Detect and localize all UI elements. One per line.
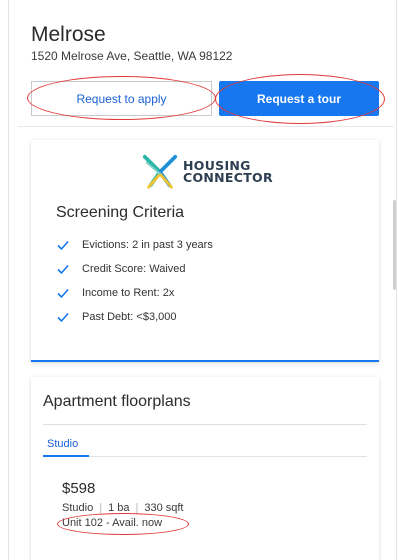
tab-active-indicator [43,455,89,457]
criteria-item: Income to Rent: 2x [56,281,213,305]
criteria-text: Income to Rent: 2x [82,287,175,299]
criteria-text: Past Debt: <$3,000 [82,311,177,323]
criteria-item: Credit Score: Waived [56,257,213,281]
property-name: Melrose [31,23,106,46]
criteria-text: Evictions: 2 in past 3 years [82,239,213,251]
floorplans-card: Apartment floorplans Studio $598 Studio … [31,377,379,560]
unit-details: Studio | 1 ba | 330 sqft [62,502,183,514]
logo-text-connector: CONNECTOR [183,170,273,185]
property-address: 1520 Melrose Ave, Seattle, WA 98122 [31,49,233,63]
unit-type: Studio [62,502,94,514]
housing-connector-logo-icon [142,154,178,189]
floorplans-divider [43,424,367,425]
floorplans-title: Apartment floorplans [43,393,191,410]
tabs-baseline [43,456,367,457]
separator: | [135,502,139,514]
page-right-border [396,0,397,560]
criteria-item: Evictions: 2 in past 3 years [56,233,213,257]
criteria-text: Credit Score: Waived [82,263,186,275]
tab-studio[interactable]: Studio [43,432,82,456]
checkmark-icon [57,312,69,323]
logo-wordmark: HOUSING CONNECTOR [183,159,273,185]
separator: | [99,502,103,514]
property-header: Melrose 1520 Melrose Ave, Seattle, WA 98… [31,22,376,64]
unit-price: $598 [62,480,96,497]
criteria-list: Evictions: 2 in past 3 years Credit Scor… [56,233,213,329]
housing-connector-logo: HOUSING CONNECTOR [141,153,273,191]
page-left-border [8,0,9,560]
request-a-tour-button[interactable]: Request a tour [219,81,379,116]
checkmark-icon [57,264,69,275]
checkmark-icon [57,240,69,251]
unit-sqft: 330 sqft [144,502,184,514]
scrollbar-thumb[interactable] [393,200,396,290]
screening-criteria-card: HOUSING CONNECTOR Screening Criteria Evi… [31,140,379,362]
unit-baths: 1 ba [108,502,130,514]
request-to-apply-button[interactable]: Request to apply [31,81,212,116]
checkmark-icon [57,288,69,299]
criteria-item: Past Debt: <$3,000 [56,305,213,329]
screening-criteria-title: Screening Criteria [56,204,185,221]
section-divider [18,126,394,127]
unit-availability: Unit 102 - Avail. now [62,517,163,529]
